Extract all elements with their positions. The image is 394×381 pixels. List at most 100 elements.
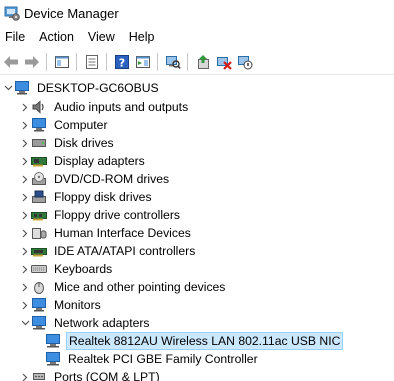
chevron-right-icon[interactable]	[20, 242, 30, 260]
tree-item-label: Realtek 8812AU Wireless LAN 802.11ac USB…	[66, 332, 344, 350]
tree-item-network-adapters[interactable]: Network adapters	[20, 314, 152, 332]
properties-icon	[86, 54, 98, 69]
tree-item-realtek-8812au[interactable]: Realtek 8812AU Wireless LAN 802.11ac USB…	[44, 332, 344, 350]
network-adapter-icon	[30, 315, 48, 331]
monitor-icon	[30, 297, 48, 313]
tree-item-computer[interactable]: Computer	[20, 116, 110, 134]
update-driver-icon	[198, 54, 209, 69]
device-manager-icon	[4, 6, 20, 21]
menu-view[interactable]: View	[81, 27, 122, 47]
menu-file[interactable]: File	[0, 27, 32, 47]
chevron-right-icon[interactable]	[20, 368, 30, 381]
floppy-drive-icon	[30, 189, 48, 205]
chevron-right-icon[interactable]	[20, 278, 30, 296]
uninstall-device-icon	[217, 56, 232, 70]
tree-item-label: Floppy drive controllers	[54, 208, 180, 222]
port-icon	[30, 369, 48, 381]
menu-help[interactable]: Help	[122, 27, 162, 47]
toolbar-separator	[106, 52, 107, 71]
tree-item-ports[interactable]: Ports (COM & LPT)	[20, 368, 162, 381]
show-hide-console-tree-button[interactable]	[52, 52, 72, 72]
forward-button[interactable]	[22, 52, 42, 72]
chevron-right-icon[interactable]	[20, 98, 30, 116]
back-arrow-icon	[4, 55, 18, 68]
chevron-right-icon[interactable]	[20, 134, 30, 152]
disable-device-icon	[238, 55, 253, 69]
tree-item-label: Ports (COM & LPT)	[54, 370, 160, 381]
properties-button[interactable]	[82, 52, 102, 72]
chevron-right-icon[interactable]	[20, 188, 30, 206]
network-adapter-icon	[44, 333, 62, 349]
tree-item-label: Human Interface Devices	[54, 226, 191, 240]
chevron-right-icon[interactable]	[20, 152, 30, 170]
chevron-down-icon[interactable]	[20, 314, 30, 332]
scan-hardware-changes-button[interactable]	[163, 52, 183, 72]
help-button[interactable]: ?	[112, 52, 132, 72]
tree-root[interactable]: DESKTOP-GC6OBUS	[3, 79, 161, 97]
disk-drive-icon	[30, 135, 48, 151]
chevron-right-icon[interactable]	[20, 296, 30, 314]
tree-item-keyboards[interactable]: Keyboards	[20, 260, 114, 278]
tree-item-realtek-pci-gbe[interactable]: Realtek PCI GBE Family Controller	[44, 350, 260, 368]
chevron-right-icon[interactable]	[20, 224, 30, 242]
forward-arrow-icon	[25, 55, 39, 68]
toolbar-separator	[76, 52, 77, 71]
computer-icon	[13, 80, 31, 96]
tree-item-mice[interactable]: Mice and other pointing devices	[20, 278, 227, 296]
console-tree-icon	[55, 55, 69, 68]
window-title: Device Manager	[24, 5, 119, 21]
uninstall-device-button[interactable]	[214, 52, 234, 72]
tree-item-display-adapters[interactable]: Display adapters	[20, 152, 147, 170]
tree-item-label: Network adapters	[54, 316, 150, 330]
display-adapter-icon	[30, 153, 48, 169]
tree-item-label: Disk drives	[54, 136, 114, 150]
dvd-drive-icon	[30, 171, 48, 187]
tree-item-label: Monitors	[54, 298, 101, 312]
speaker-icon	[30, 99, 48, 115]
chevron-down-icon[interactable]	[3, 79, 13, 97]
toolbar-separator	[46, 52, 47, 71]
hid-icon	[30, 225, 48, 241]
tree-item-label: Mice and other pointing devices	[54, 280, 226, 294]
tree-item-label: IDE ATA/ATAPI controllers	[54, 244, 196, 258]
tree-item-floppy-disk-drives[interactable]: Floppy disk drives	[20, 188, 154, 206]
help-icon: ?	[115, 54, 129, 69]
tree-item-label: Computer	[54, 118, 108, 132]
network-adapter-icon	[44, 351, 62, 367]
tree-item-disk-drives[interactable]: Disk drives	[20, 134, 116, 152]
tree-item-hid[interactable]: Human Interface Devices	[20, 224, 193, 242]
action-pane-icon	[136, 55, 150, 68]
tree-item-audio[interactable]: Audio inputs and outputs	[20, 98, 190, 116]
title-bar: Device Manager	[0, 0, 394, 26]
menu-bar: File Action View Help	[0, 27, 394, 47]
ide-controller-icon	[30, 243, 48, 259]
keyboard-icon	[30, 261, 48, 277]
tree-item-label: Audio inputs and outputs	[54, 100, 189, 114]
chevron-right-icon[interactable]	[20, 170, 30, 188]
svg-text:?: ?	[119, 56, 125, 69]
tree-root-label: DESKTOP-GC6OBUS	[37, 81, 159, 95]
menu-action[interactable]: Action	[32, 27, 81, 47]
tree-item-ide-controllers[interactable]: IDE ATA/ATAPI controllers	[20, 242, 197, 260]
tree-item-label: Display adapters	[54, 154, 145, 168]
floppy-controller-icon	[30, 207, 48, 223]
tree-item-label: DVD/CD-ROM drives	[54, 172, 170, 186]
tree-item-label: Realtek PCI GBE Family Controller	[68, 352, 258, 366]
tree-item-label: Keyboards	[54, 262, 113, 276]
chevron-right-icon[interactable]	[20, 260, 30, 278]
mouse-icon	[30, 279, 48, 295]
monitor-icon	[30, 117, 48, 133]
toolbar-separator	[157, 52, 158, 71]
toolbar: ?	[0, 49, 394, 75]
tree-item-monitors[interactable]: Monitors	[20, 296, 103, 314]
chevron-right-icon[interactable]	[20, 116, 30, 134]
show-action-pane-button[interactable]	[133, 52, 153, 72]
tree-item-dvd-drives[interactable]: DVD/CD-ROM drives	[20, 170, 171, 188]
back-button[interactable]	[1, 52, 21, 72]
toolbar-separator	[187, 52, 188, 71]
update-driver-button[interactable]	[193, 52, 213, 72]
chevron-right-icon[interactable]	[20, 206, 30, 224]
disable-device-button[interactable]	[235, 52, 255, 72]
scan-hardware-icon	[166, 55, 181, 69]
tree-item-floppy-drive-controllers[interactable]: Floppy drive controllers	[20, 206, 182, 224]
